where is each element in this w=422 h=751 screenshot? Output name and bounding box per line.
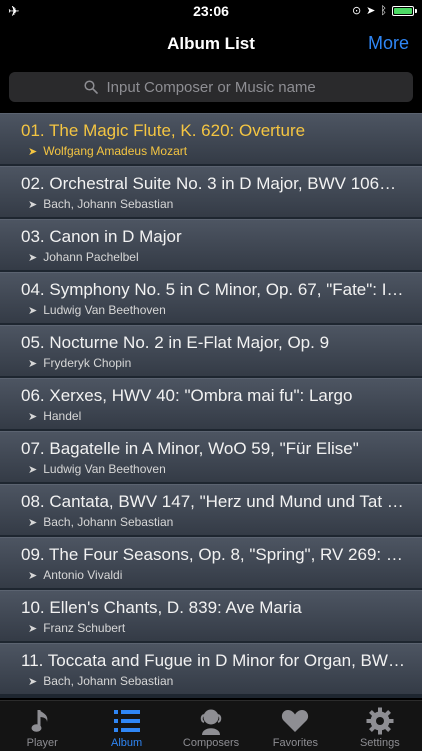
item-title: 01. The Magic Flute, K. 620: Overture <box>21 121 306 140</box>
arrow-icon: ➤ <box>28 145 38 158</box>
list-item[interactable]: 07. Bagatelle in A Minor, WoO 59, "Für E… <box>0 431 422 482</box>
album-list[interactable]: 01. The Magic Flute, K. 620: Overture ➤ W… <box>0 113 422 698</box>
item-title: 07. Bagatelle in A Minor, WoO 59, "Für E… <box>21 439 359 458</box>
list-item[interactable]: 06. Xerxes, HWV 40: "Ombra mai fu": Larg… <box>0 378 422 429</box>
arrow-icon: ➤ <box>28 357 38 370</box>
list-item[interactable]: 10. Ellen's Chants, D. 839: Ave Maria ➤ F… <box>0 590 422 641</box>
item-title: 06. Xerxes, HWV 40: "Ombra mai fu": Larg… <box>21 386 353 405</box>
list-item[interactable]: 09. The Four Seasons, Op. 8, "Spring", R… <box>0 537 422 588</box>
arrow-icon: ➤ <box>28 251 38 264</box>
more-button[interactable]: More <box>368 33 409 54</box>
composer-bust-icon <box>198 705 224 737</box>
status-icons: ⊙ ➤ ᛒ <box>351 4 417 17</box>
arrow-icon: ➤ <box>28 304 38 317</box>
item-title: 03. Canon in D Major <box>21 227 182 246</box>
tab-favorites[interactable]: Favorites <box>253 701 337 751</box>
list-item[interactable]: 08. Cantata, BWV 147, "Herz und Mund und… <box>0 484 422 535</box>
rotation-lock-icon: ⊙ <box>351 5 362 17</box>
list-item[interactable]: 04. Symphony No. 5 in C Minor, Op. 67, "… <box>0 272 422 323</box>
arrow-icon: ➤ <box>28 198 38 211</box>
location-icon: ➤ <box>366 5 376 17</box>
item-composer: Bach, Johann Sebastian <box>43 197 174 211</box>
status-bar: ✈ 23:06 ⊙ ➤ ᛒ <box>0 0 422 22</box>
list-item[interactable]: 05. Nocturne No. 2 in E-Flat Major, Op. … <box>0 325 422 376</box>
item-title: 10. Ellen's Chants, D. 839: Ave Maria <box>21 598 302 617</box>
tab-label: Favorites <box>272 737 319 749</box>
item-title: 11. Toccata and Fugue in D Minor for Org… <box>21 651 405 670</box>
search-icon <box>83 80 98 94</box>
arrow-icon: ➤ <box>28 569 38 582</box>
list-item[interactable]: 03. Canon in D Major ➤ Johann Pachelbel <box>0 219 422 270</box>
tab-album[interactable]: Album <box>84 701 168 751</box>
heart-icon <box>281 705 309 737</box>
list-item[interactable]: 11. Toccata and Fugue in D Minor for Org… <box>0 643 422 694</box>
tab-player[interactable]: Player <box>0 701 84 751</box>
list-item[interactable]: 02. Orchestral Suite No. 3 in D Major, B… <box>0 166 422 217</box>
tab-bar: Player Album Composers Favorites Setting… <box>0 700 422 751</box>
item-composer: Handel <box>43 409 82 423</box>
item-composer: Ludwig Van Beethoven <box>43 303 166 317</box>
item-title: 05. Nocturne No. 2 in E-Flat Major, Op. … <box>21 333 330 352</box>
item-composer: Johann Pachelbel <box>43 250 139 264</box>
navigation-bar: Album List More <box>0 22 422 66</box>
item-title: 08. Cantata, BWV 147, "Herz und Mund und… <box>21 492 405 511</box>
gear-icon <box>366 705 394 737</box>
search-bar <box>0 66 422 110</box>
battery-icon <box>392 5 417 16</box>
tab-label: Composers <box>182 737 240 749</box>
item-composer: Fryderyk Chopin <box>43 356 132 370</box>
bluetooth-icon: ᛒ <box>380 4 387 17</box>
list-item[interactable]: 01. The Magic Flute, K. 620: Overture ➤ W… <box>0 113 422 164</box>
tab-composers[interactable]: Composers <box>169 701 253 751</box>
item-composer: Antonio Vivaldi <box>43 568 123 582</box>
item-composer: Ludwig Van Beethoven <box>43 462 166 476</box>
arrow-icon: ➤ <box>28 675 38 688</box>
item-composer: Bach, Johann Sebastian <box>43 674 174 688</box>
arrow-icon: ➤ <box>28 410 38 423</box>
search-input[interactable] <box>104 77 339 97</box>
arrow-icon: ➤ <box>28 622 38 635</box>
item-composer: Bach, Johann Sebastian <box>43 515 174 529</box>
item-composer: Wolfgang Amadeus Mozart <box>43 144 188 158</box>
tab-label: Album <box>111 737 143 749</box>
tab-label: Settings <box>359 737 400 749</box>
music-note-icon <box>31 705 53 737</box>
list-icon <box>113 705 140 737</box>
search-field[interactable] <box>9 72 413 102</box>
arrow-icon: ➤ <box>28 516 38 529</box>
item-title: 09. The Four Seasons, Op. 8, "Spring", R… <box>21 545 405 564</box>
tab-settings[interactable]: Settings <box>338 701 422 751</box>
arrow-icon: ➤ <box>28 463 38 476</box>
tab-label: Player <box>26 737 58 749</box>
item-title: 04. Symphony No. 5 in C Minor, Op. 67, "… <box>21 280 405 299</box>
item-composer: Franz Schubert <box>43 621 126 635</box>
item-title: 02. Orchestral Suite No. 3 in D Major, B… <box>21 174 405 193</box>
page-title: Album List <box>167 34 255 53</box>
